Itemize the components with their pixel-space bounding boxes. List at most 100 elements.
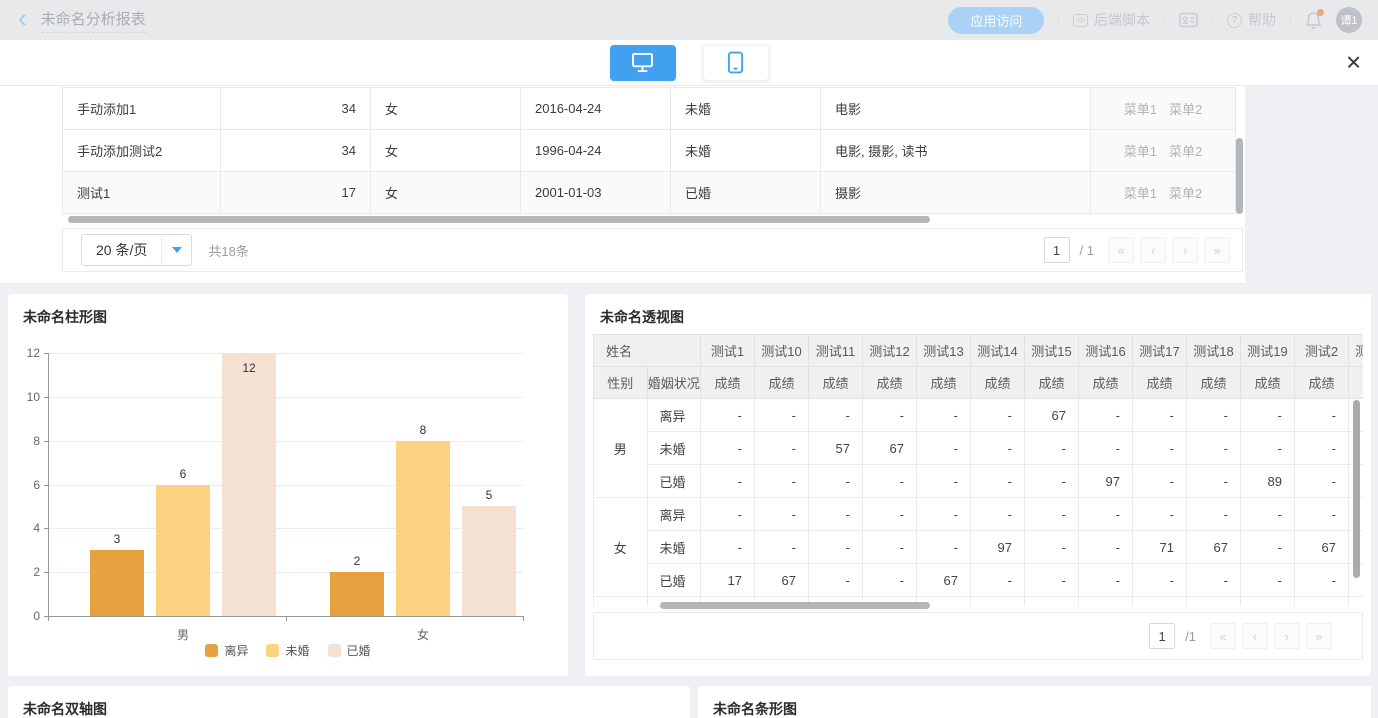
- row-action-link[interactable]: 菜单1: [1124, 144, 1157, 159]
- last-page-button[interactable]: »: [1204, 237, 1230, 263]
- pivot-value-cell: -: [1133, 432, 1187, 465]
- pivot-value-cell: -: [1079, 399, 1133, 432]
- pivot-value-cell: -: [1241, 498, 1295, 531]
- pivot-value-cell: -: [1295, 465, 1349, 498]
- user-avatar[interactable]: 谭1: [1336, 7, 1362, 33]
- y-tick-label: 0: [14, 609, 40, 623]
- pivot-empty-cell: [1133, 597, 1187, 607]
- pivot-value-cell: -: [1295, 432, 1349, 465]
- pivot-value-cell: -: [971, 432, 1025, 465]
- prev-page-button[interactable]: ‹: [1242, 623, 1268, 649]
- last-page-button[interactable]: »: [1306, 623, 1332, 649]
- row-actions-cell: 菜单1 菜单2: [1091, 130, 1236, 172]
- page-size-value: 20 条/页: [82, 235, 161, 265]
- dual-axis-title: 未命名双轴图: [23, 699, 107, 718]
- legend-item-已婚[interactable]: 已婚: [328, 642, 371, 659]
- pivot-rowlabel-cell: 已婚: [647, 465, 701, 498]
- legend-item-未婚[interactable]: 未婚: [266, 642, 309, 659]
- help-button[interactable]: ? 帮助: [1227, 10, 1276, 30]
- pivot-rowlabel-cell: 已婚: [647, 564, 701, 597]
- pivot-table: 姓名测试1测试10测试11测试12测试13测试14测试15测试16测试17测试1…: [593, 334, 1363, 606]
- pivot-pager-buttons: «‹›»: [1210, 623, 1332, 649]
- pivot-value-cell: -: [809, 399, 863, 432]
- legend-swatch: [266, 644, 279, 657]
- prev-page-button[interactable]: ‹: [1140, 237, 1166, 263]
- pivot-value-cell: 97: [1079, 465, 1133, 498]
- desktop-view-button[interactable]: [610, 45, 676, 81]
- gridline: [48, 485, 523, 486]
- page-number-input[interactable]: 1: [1044, 237, 1070, 263]
- pivot-vertical-scrollbar[interactable]: [1353, 400, 1360, 578]
- pivot-value-cell: -: [1133, 399, 1187, 432]
- first-page-button[interactable]: «: [1210, 623, 1236, 649]
- table-cell: 34: [221, 88, 371, 130]
- row-action-link[interactable]: 菜单1: [1124, 186, 1157, 201]
- pivot-empty-cell: [1079, 597, 1133, 607]
- y-tick-label: 6: [14, 478, 40, 492]
- notification-bell-button[interactable]: [1305, 11, 1322, 29]
- table-vertical-scrollbar[interactable]: [1236, 138, 1243, 214]
- bar-未婚-男[interactable]: [156, 485, 210, 617]
- report-title[interactable]: 未命名分析报表: [41, 8, 146, 33]
- pivot-value-cell: -: [1133, 465, 1187, 498]
- pivot-value-cell: -: [971, 564, 1025, 597]
- table-row[interactable]: 手动添加134女2016-04-24未婚电影菜单1菜单2: [63, 88, 1236, 130]
- pivot-empty-cell: [1241, 597, 1295, 607]
- page-size-select[interactable]: 20 条/页: [81, 234, 192, 266]
- next-page-button[interactable]: ›: [1274, 623, 1300, 649]
- user-card-button[interactable]: [1179, 12, 1198, 28]
- pivot-row: 未婚-----97--7167-67-: [594, 531, 1364, 564]
- topbar-actions: 应用访问 </> 后端脚本 ? 帮助 谭1: [948, 7, 1378, 34]
- pivot-value-cell: -: [755, 498, 809, 531]
- table-horizontal-scrollbar[interactable]: [68, 216, 930, 223]
- pivot-measure-header: 成绩: [917, 367, 971, 399]
- app-access-button[interactable]: 应用访问: [948, 7, 1044, 34]
- pivot-value-cell: -: [917, 465, 971, 498]
- bar-未婚-女[interactable]: [396, 441, 450, 616]
- pivot-value-cell: 67: [917, 564, 971, 597]
- bar-离异-女[interactable]: [330, 572, 384, 616]
- pivot-value-cell: -: [809, 498, 863, 531]
- table-row[interactable]: 测试117女2001-01-03已婚摄影菜单1菜单2: [63, 172, 1236, 214]
- pivot-value-cell: -: [917, 399, 971, 432]
- bar-已婚-男[interactable]: [222, 353, 276, 616]
- first-page-button[interactable]: «: [1108, 237, 1134, 263]
- mobile-view-button[interactable]: [703, 45, 769, 81]
- bar-value-label: 3: [90, 532, 144, 546]
- table-cell: 女: [371, 172, 521, 214]
- pivot-horizontal-scrollbar[interactable]: [660, 602, 930, 609]
- pivot-value-cell: -: [917, 432, 971, 465]
- pivot-value-cell: -: [809, 465, 863, 498]
- row-action-link[interactable]: 菜单1: [1124, 102, 1157, 117]
- bar-已婚-女[interactable]: [462, 506, 516, 616]
- pivot-footer: 1 /1 «‹›»: [593, 612, 1363, 660]
- pivot-row: 男离异------67------: [594, 399, 1364, 432]
- backend-script-button[interactable]: </> 后端脚本: [1073, 10, 1150, 30]
- row-action-link[interactable]: 菜单2: [1169, 144, 1202, 159]
- pivot-value-cell: 67: [755, 564, 809, 597]
- gridline: [48, 528, 523, 529]
- pivot-value-cell: -: [971, 399, 1025, 432]
- bar-value-label: 12: [222, 361, 276, 375]
- pivot-dim-cell: 男: [594, 399, 648, 498]
- y-axis-line: [48, 353, 49, 616]
- legend-label: 离异: [224, 642, 248, 659]
- next-page-button[interactable]: ›: [1172, 237, 1198, 263]
- pivot-rowlabel-cell: 未婚: [647, 432, 701, 465]
- legend-item-离异[interactable]: 离异: [205, 642, 248, 659]
- bar-离异-男[interactable]: [90, 550, 144, 616]
- row-actions-cell: 菜单1 菜单2: [1091, 172, 1236, 214]
- table-row[interactable]: 手动添加测试234女1996-04-24未婚电影, 摄影, 读书菜单1菜单2: [63, 130, 1236, 172]
- back-icon[interactable]: ‹: [18, 7, 27, 29]
- pivot-value-cell: -: [1079, 531, 1133, 564]
- pivot-page-number-input[interactable]: 1: [1149, 623, 1175, 649]
- notification-dot: [1317, 9, 1324, 16]
- pivot-panel: 未命名透视图 姓名测试1测试10测试11测试12测试13测试14测试15测试16…: [585, 294, 1371, 676]
- pivot-page-total-label: /1: [1185, 629, 1196, 644]
- row-action-link[interactable]: 菜单2: [1169, 186, 1202, 201]
- row-action-link[interactable]: 菜单2: [1169, 102, 1202, 117]
- close-icon[interactable]: ✕: [1345, 50, 1362, 75]
- x-category-label: 男: [177, 626, 189, 643]
- pivot-value-cell: -: [1025, 465, 1079, 498]
- horizontal-bar-title: 未命名条形图: [713, 699, 797, 718]
